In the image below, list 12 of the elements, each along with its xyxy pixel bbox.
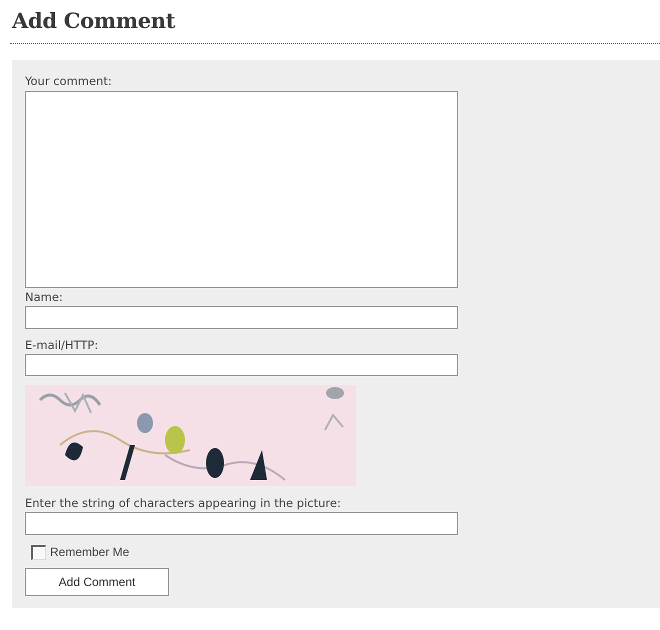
- section-heading: Add Comment: [12, 8, 176, 33]
- field-label: Your comment:: [25, 74, 112, 89]
- input-field[interactable]: [25, 512, 458, 535]
- field-label: Name:: [25, 290, 63, 305]
- field-label: Enter the string of characters appearing in the picture:: [25, 496, 341, 512]
- field-label: E-mail/HTTP:: [25, 338, 98, 353]
- comment-field[interactable]: [25, 91, 458, 288]
- submit-button[interactable]: Add Comment: [25, 568, 169, 596]
- input-field[interactable]: [25, 354, 458, 376]
- checkbox-label: Remember Me: [50, 544, 130, 560]
- checkbox[interactable]: [31, 544, 46, 560]
- input-field[interactable]: [25, 306, 458, 329]
